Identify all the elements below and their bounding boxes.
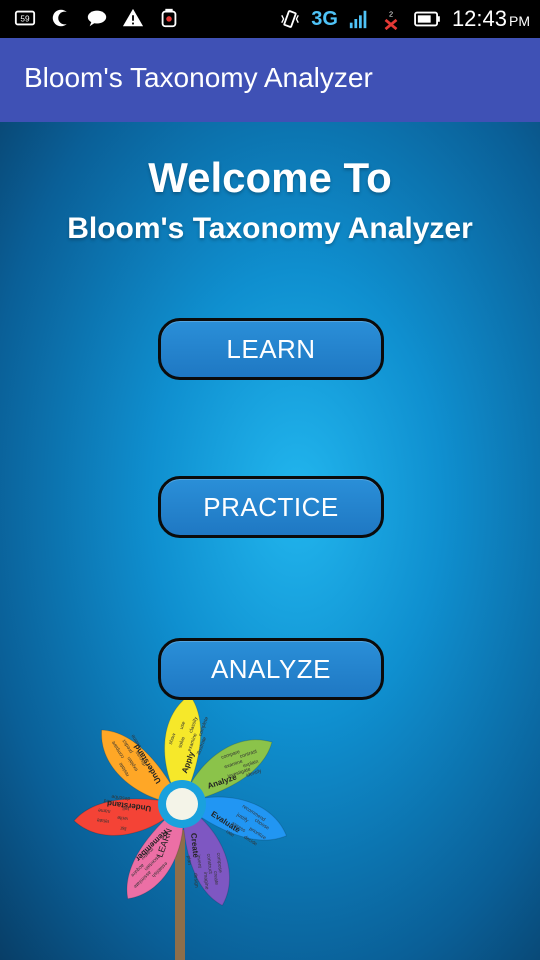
welcome-subtitle: Bloom's Taxonomy Analyzer [67,212,473,245]
pinwheel-petal-word: find [103,797,112,804]
clock-time: 12:43 [451,6,507,31]
signal-icon [349,10,367,29]
vibrate-icon [281,10,300,28]
pinwheel-petal-word: describe [111,793,131,801]
svg-text:59: 59 [20,15,30,24]
pinwheel-petal-word: tell [122,805,129,812]
svg-text:2: 2 [389,9,393,18]
clock: 12:43 PM [452,6,530,32]
pinwheel-petal-word: plan [185,855,192,865]
chat-icon [87,10,107,27]
battery-icon [414,11,440,27]
app-bar: Bloom's Taxonomy Analyzer [0,38,540,122]
pinwheel-hub [166,788,198,820]
moon-icon [52,9,72,27]
network-type: 3G [311,7,338,30]
blooms-pinwheel-illustration: Applyshowusesolveclassifyexaminecomplete… [73,700,288,960]
no-signal-icon: 2 [384,9,398,30]
clock-ampm: PM [509,13,530,29]
pinwheel-petal-word: design [192,873,199,888]
notification-icon: 59 [14,10,36,26]
status-bar: 59 3G 2 12:43 PM [0,0,540,38]
app-icon [161,8,177,28]
status-left-icons: 59 [14,7,180,29]
practice-button[interactable]: PRACTICE [158,476,384,538]
status-right-icons: 3G 2 12:43 PM [279,6,530,32]
main-content: Welcome To Bloom's Taxonomy Analyzer LEA… [0,122,540,960]
warning-icon [122,8,144,27]
welcome-heading: Welcome To [148,154,392,201]
app-title: Bloom's Taxonomy Analyzer [24,62,373,93]
analyze-button[interactable]: ANALYZE [158,638,384,700]
learn-button[interactable]: LEARN [158,318,384,380]
